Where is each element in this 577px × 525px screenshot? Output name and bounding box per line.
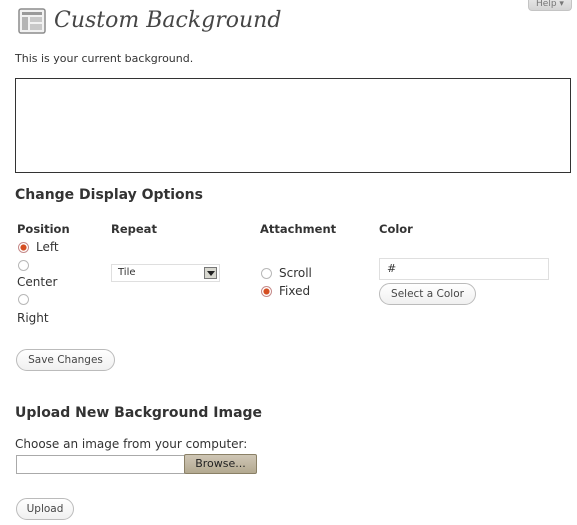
position-label: Position	[17, 222, 70, 236]
save-changes-button[interactable]: Save Changes	[16, 349, 115, 371]
color-input[interactable]: #	[379, 258, 549, 280]
appearance-icon	[18, 8, 46, 34]
browse-button[interactable]: Browse...	[184, 454, 257, 474]
upload-heading: Upload New Background Image	[15, 405, 263, 421]
attachment-scroll-radio[interactable]	[261, 268, 272, 279]
position-left-label: Left	[36, 240, 59, 254]
position-right-radio[interactable]	[18, 294, 29, 305]
position-right-label: Right	[17, 311, 49, 325]
file-path-input[interactable]	[16, 455, 185, 474]
dropdown-arrow-icon	[204, 267, 217, 279]
current-background-text: This is your current background.	[15, 52, 194, 65]
position-center-label: Center	[17, 275, 58, 289]
help-tab-label: Help	[536, 0, 557, 9]
background-preview	[15, 78, 571, 173]
attachment-fixed-label: Fixed	[279, 284, 311, 298]
upload-button[interactable]: Upload	[16, 498, 74, 520]
attachment-label: Attachment	[260, 222, 337, 236]
repeat-select[interactable]: Tile	[111, 264, 220, 282]
color-label: Color	[379, 222, 413, 236]
repeat-select-value: Tile	[118, 267, 136, 278]
page-title: Custom Background	[54, 8, 282, 33]
display-options-heading: Change Display Options	[15, 187, 203, 203]
chevron-down-icon: ▾	[556, 0, 564, 9]
position-left-radio[interactable]	[18, 242, 29, 253]
position-center-radio[interactable]	[18, 260, 29, 271]
choose-image-label: Choose an image from your computer:	[15, 437, 248, 451]
repeat-label: Repeat	[111, 222, 157, 236]
attachment-scroll-label: Scroll	[279, 266, 312, 280]
help-tab[interactable]: Help ▾	[528, 0, 572, 11]
attachment-fixed-radio[interactable]	[261, 286, 272, 297]
select-color-button[interactable]: Select a Color	[379, 283, 476, 305]
